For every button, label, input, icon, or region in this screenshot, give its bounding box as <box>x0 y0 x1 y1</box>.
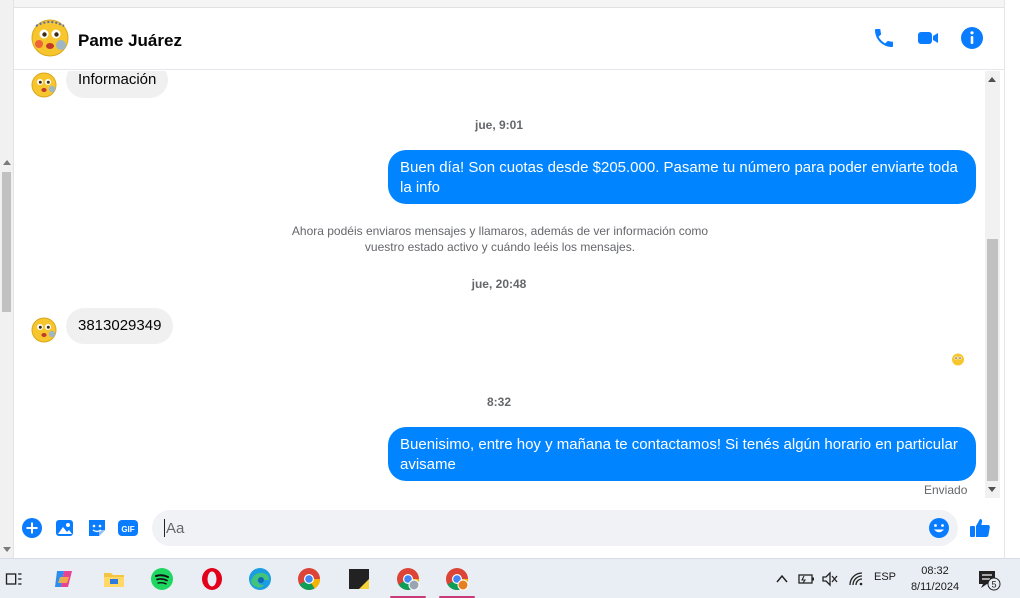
contact-name[interactable]: Pame Juárez <box>78 31 182 51</box>
edge-icon[interactable] <box>248 567 272 591</box>
conversation-area[interactable]: Información jue, 9:01 Buen día! Son cuot… <box>14 71 986 499</box>
scroll-down-arrow[interactable] <box>988 487 996 492</box>
system-notice: Ahora podéis enviaros mensajes y llamaro… <box>291 224 709 254</box>
sticky-notes-icon[interactable] <box>347 567 371 591</box>
message-composer: GIF <box>14 500 1004 558</box>
message-input-box[interactable] <box>152 510 958 546</box>
clock-date: 8/11/2024 <box>910 581 960 593</box>
spotify-icon[interactable] <box>150 567 174 591</box>
scroll-up-arrow[interactable] <box>988 77 996 82</box>
system-clock[interactable]: 08:32 8/11/2024 <box>900 563 970 595</box>
battery-icon[interactable] <box>798 571 816 587</box>
message-input[interactable] <box>166 510 906 546</box>
clock-time: 08:32 <box>921 565 949 577</box>
chrome-icon[interactable] <box>297 567 321 591</box>
image-icon[interactable] <box>54 517 76 539</box>
notification-count: 5 <box>991 580 996 590</box>
plus-icon[interactable] <box>21 517 43 539</box>
scroll-up-arrow[interactable] <box>3 160 11 165</box>
sent-status: Enviado <box>924 483 968 497</box>
sticker-icon[interactable] <box>86 517 108 539</box>
message-outgoing[interactable]: Buen día! Son cuotas desde $205.000. Pas… <box>388 150 976 204</box>
timestamp: jue, 20:48 <box>471 277 527 291</box>
chrome-profile-1-icon[interactable] <box>396 567 420 591</box>
opera-icon[interactable] <box>200 567 224 591</box>
messenger-page: Pame Juárez Información jue, 9:01 Buen d… <box>0 0 1020 598</box>
windows-taskbar: ESP 08:32 8/11/2024 5 <box>0 558 1020 598</box>
message-outgoing[interactable]: Buenisimo, entre hoy y mañana te contact… <box>388 427 976 481</box>
timestamp: 8:32 <box>486 395 512 409</box>
notifications-icon[interactable]: 5 <box>977 569 1001 591</box>
emoji-icon[interactable] <box>928 517 950 539</box>
page-edge <box>1004 0 1020 558</box>
contact-avatar[interactable] <box>30 17 70 57</box>
phone-icon[interactable] <box>872 26 896 50</box>
text-caret <box>164 519 165 537</box>
contact-avatar-small[interactable] <box>30 71 58 98</box>
file-explorer-icon[interactable] <box>102 567 126 591</box>
video-icon[interactable] <box>916 26 940 50</box>
scrollbar-thumb[interactable] <box>2 172 11 312</box>
browser-scrollbar[interactable] <box>0 0 14 558</box>
copilot-icon[interactable] <box>52 567 76 591</box>
gif-label: GIF <box>121 525 134 534</box>
chat-header: Pame Juárez <box>14 8 1004 70</box>
scrollbar-thumb[interactable] <box>987 239 998 481</box>
chevron-up-icon[interactable] <box>775 572 789 586</box>
message-incoming[interactable]: Información <box>66 71 169 98</box>
like-icon[interactable] <box>968 516 992 540</box>
conversation-scrollbar[interactable] <box>985 71 1000 498</box>
scroll-down-arrow[interactable] <box>3 547 11 552</box>
message-incoming[interactable]: 3813029349 <box>66 308 174 344</box>
language-indicator[interactable]: ESP <box>874 571 896 583</box>
read-receipt-avatar <box>952 353 964 366</box>
top-divider <box>14 0 1004 8</box>
wifi-icon[interactable] <box>848 571 864 587</box>
chrome-profile-2-icon[interactable] <box>445 567 469 591</box>
volume-muted-icon[interactable] <box>821 571 839 587</box>
gif-icon[interactable]: GIF <box>117 517 139 539</box>
timestamp: jue, 9:01 <box>474 118 524 132</box>
task-view-icon[interactable] <box>4 567 24 591</box>
info-icon[interactable] <box>960 26 984 50</box>
contact-avatar-small[interactable] <box>30 315 58 343</box>
